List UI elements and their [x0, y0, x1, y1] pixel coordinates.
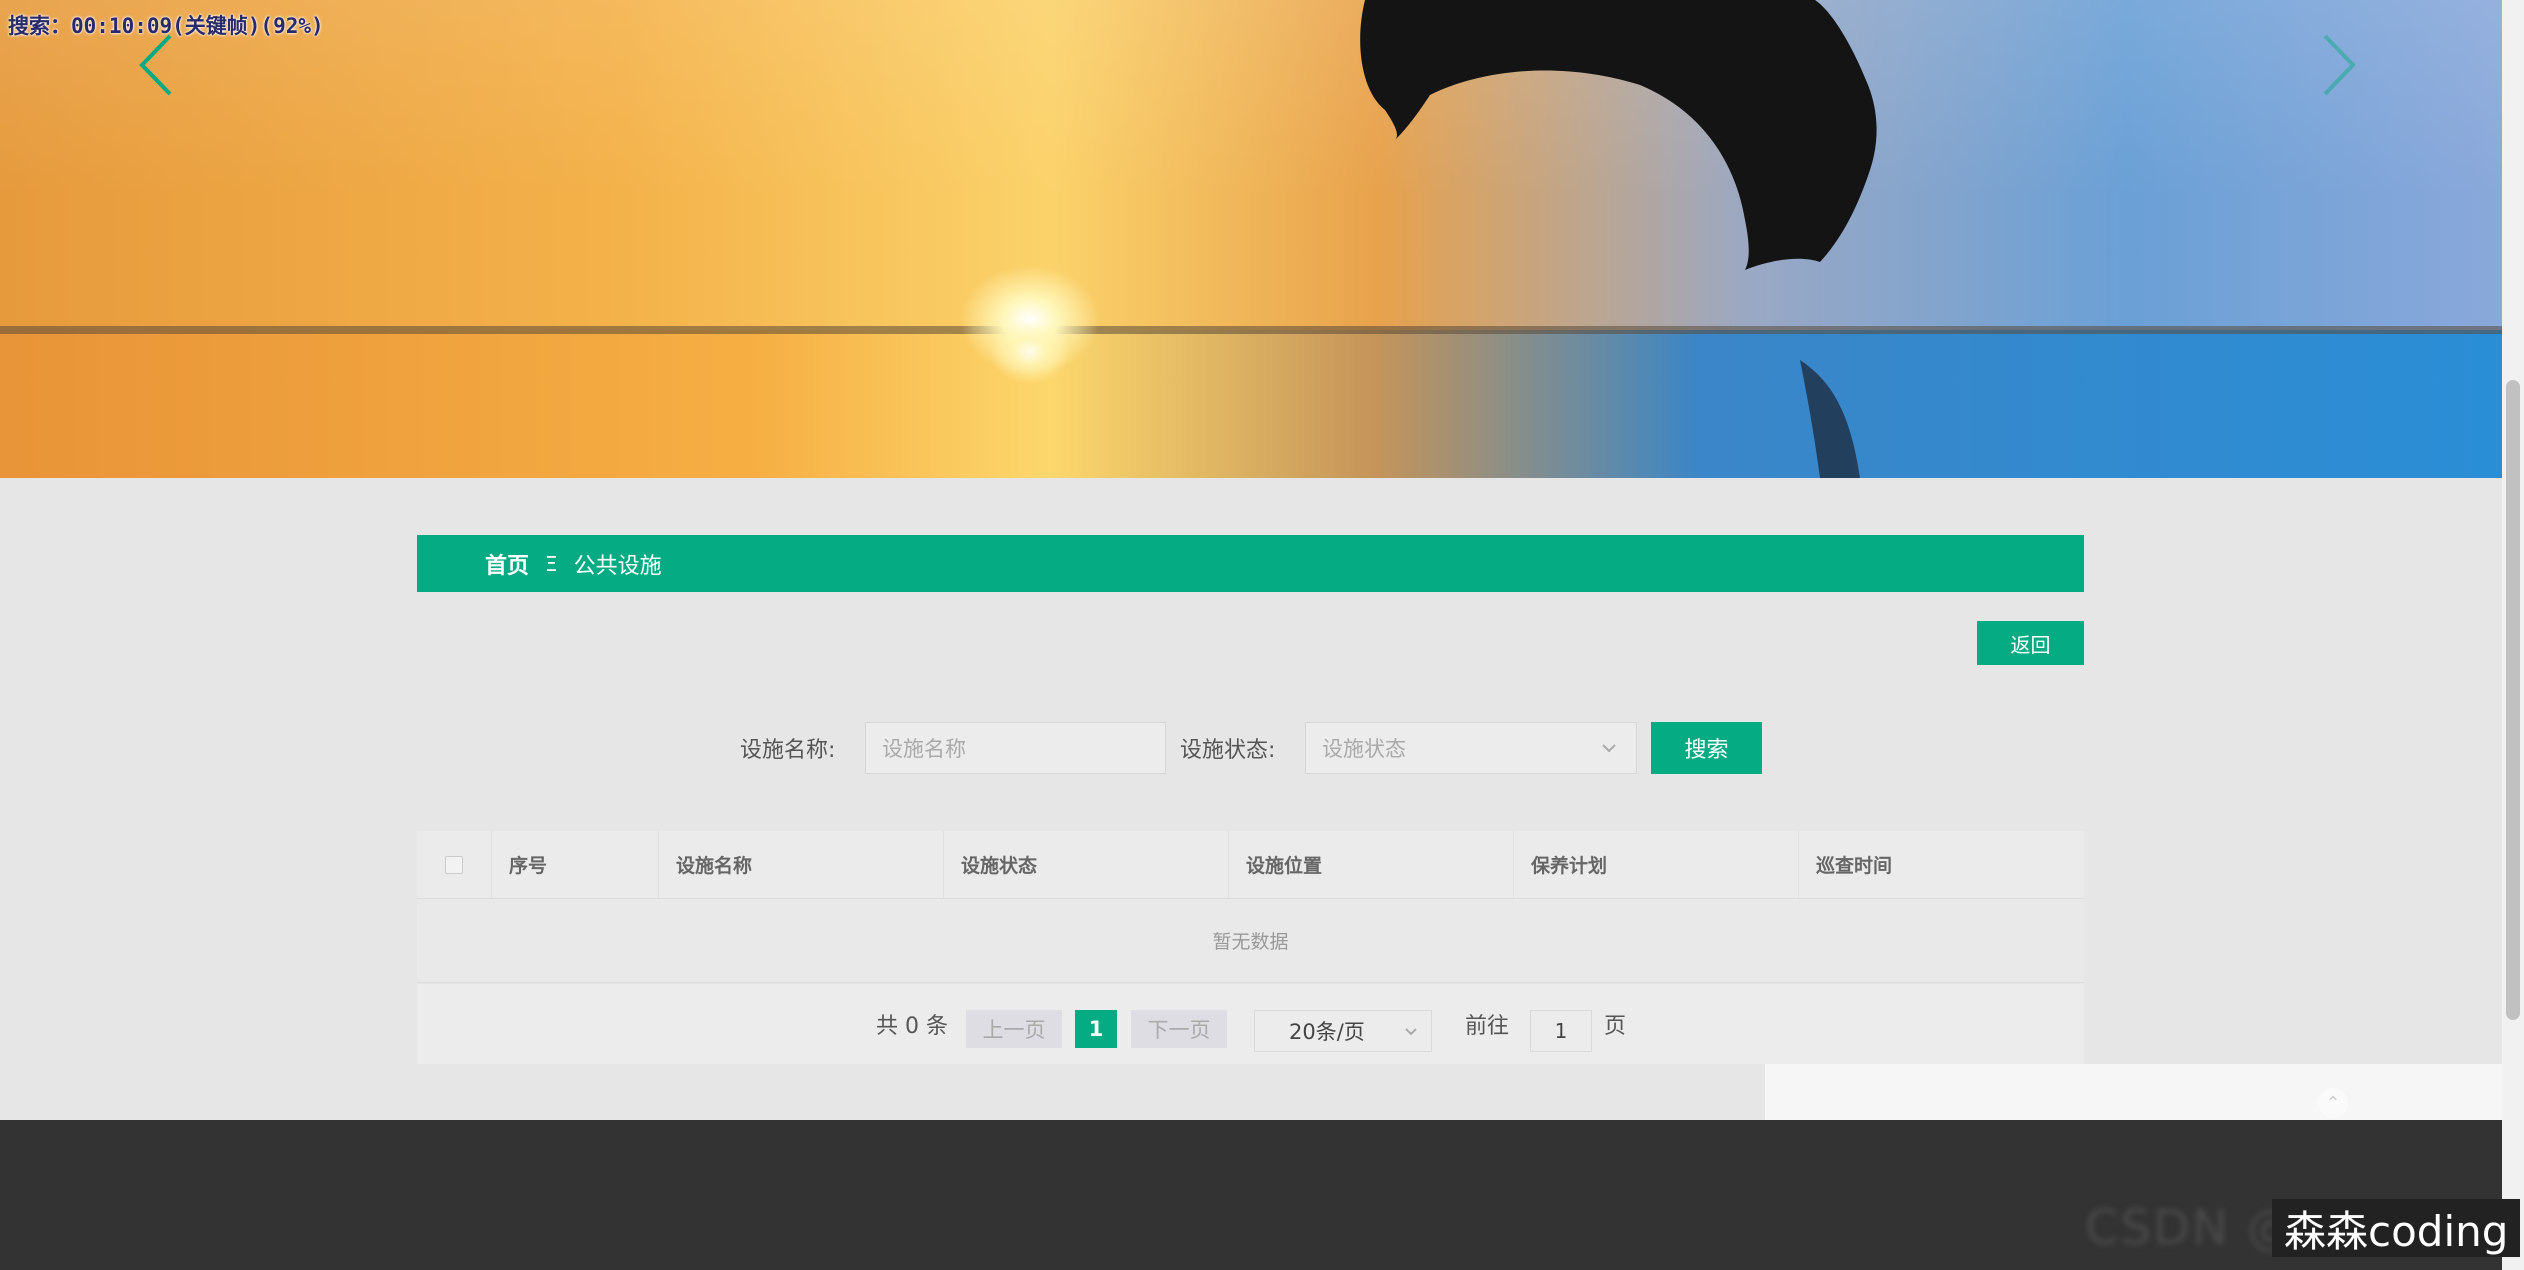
next-page-button[interactable]: 下一页: [1131, 1010, 1227, 1048]
hero-banner: 搜索：00:10:09(关键帧)(92%): [0, 0, 2502, 478]
page-size-select[interactable]: 20条/页: [1254, 1010, 1432, 1052]
column-header[interactable]: 设施名称: [659, 831, 944, 898]
floating-strip: [1765, 1064, 2502, 1120]
facility-status-label: 设施状态:: [1180, 738, 1276, 763]
footer-blurred-text: CSDN @: [2085, 1200, 2298, 1256]
facility-status-placeholder: 设施状态: [1322, 737, 1406, 761]
prev-page-button[interactable]: 上一页: [966, 1010, 1062, 1048]
page-size-value: 20条/页: [1289, 1020, 1365, 1044]
pagination: 共 0 条 上一页 1 下一页 20条/页 前往 1 页: [417, 984, 2084, 1064]
breadcrumb-home-link[interactable]: 首页: [485, 548, 529, 580]
select-all-cell: [417, 831, 492, 898]
scrollbar-thumb[interactable]: [2506, 380, 2520, 1020]
column-header[interactable]: 设施位置: [1229, 831, 1514, 898]
facility-name-placeholder: 设施名称: [882, 737, 966, 761]
page-suffix-label: 页: [1604, 1014, 1627, 1039]
chevron-left-icon[interactable]: [130, 30, 190, 100]
page-number-current[interactable]: 1: [1075, 1010, 1117, 1048]
facility-name-label: 设施名称:: [740, 738, 836, 763]
breadcrumb-separator: Ξ: [545, 551, 558, 576]
column-header[interactable]: 序号: [492, 831, 659, 898]
table-header: 序号 设施名称 设施状态 设施位置 保养计划 巡查时间: [417, 831, 2084, 899]
goto-label: 前往: [1465, 1014, 1510, 1039]
column-header[interactable]: 设施状态: [944, 831, 1229, 898]
back-button[interactable]: 返回: [1977, 621, 2084, 665]
chevron-down-icon: [1405, 1028, 1417, 1036]
sunset-dolphin-image: [0, 0, 2502, 478]
table-empty-state: 暂无数据: [417, 899, 2084, 983]
breadcrumb: 首页 Ξ 公共设施: [417, 535, 2084, 592]
facility-name-input[interactable]: 设施名称: [865, 722, 1166, 774]
select-all-checkbox[interactable]: [445, 855, 463, 874]
pagination-total: 共 0 条: [876, 1014, 948, 1039]
chevron-right-icon[interactable]: [2305, 30, 2365, 100]
search-button[interactable]: 搜索: [1651, 722, 1762, 774]
facility-status-label-row: 设施状态:: [1180, 722, 1275, 774]
facility-table: 序号 设施名称 设施状态 设施位置 保养计划 巡查时间 暂无数据: [417, 831, 2084, 983]
facility-status-select[interactable]: 设施状态: [1305, 722, 1637, 774]
goto-page-input[interactable]: 1: [1530, 1010, 1592, 1052]
search-form: 设施名称:: [740, 722, 835, 774]
column-header[interactable]: 巡查时间: [1799, 831, 2084, 898]
video-watermark: 森森coding: [2272, 1199, 2521, 1257]
arrow-up-icon[interactable]: ⌃: [2318, 1088, 2348, 1118]
breadcrumb-current: 公共设施: [573, 553, 662, 579]
column-header[interactable]: 保养计划: [1514, 831, 1799, 898]
chevron-down-icon: [1602, 744, 1616, 753]
